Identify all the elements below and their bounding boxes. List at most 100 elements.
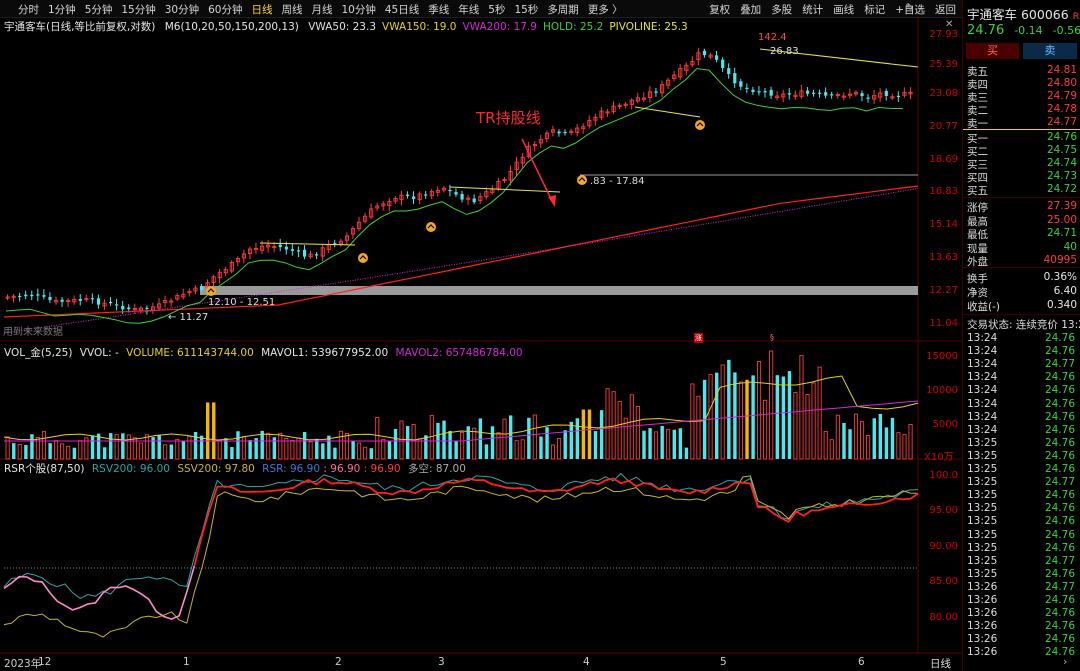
- timeframe-tab[interactable]: 30分钟: [165, 2, 199, 17]
- volume-bar: [715, 372, 719, 459]
- toolbar-action[interactable]: 标记: [864, 2, 885, 17]
- candle-body: [460, 193, 464, 200]
- stat2-row: 收益(-) 0.340: [967, 299, 1077, 313]
- candle-body: [769, 89, 773, 96]
- candle-body: [127, 307, 131, 310]
- tick-time: 13:25: [967, 541, 998, 554]
- tick-time: 13:24: [967, 332, 998, 344]
- x-axis-label: 6: [858, 656, 865, 668]
- toolbar-action[interactable]: 统计: [802, 2, 823, 17]
- timeframe-tab[interactable]: 月线: [312, 2, 333, 17]
- candle-body: [302, 249, 307, 257]
- tick-price: 24.76: [1044, 607, 1075, 620]
- rsr-val3: : 96.90: [363, 463, 401, 475]
- candle-body: [721, 59, 725, 68]
- volume-bar: [315, 438, 319, 459]
- volume-bar: [454, 441, 458, 459]
- toolbar-action[interactable]: 画线: [833, 2, 854, 17]
- timeframe-tab[interactable]: 45日线: [385, 2, 419, 17]
- volume-bar: [78, 440, 83, 460]
- candle-body: [48, 296, 52, 300]
- toolbar-action[interactable]: 复权: [709, 2, 730, 17]
- candle-body: [296, 250, 301, 252]
- volume-y-tick: 15000: [926, 351, 958, 362]
- volume-bar: [375, 417, 380, 460]
- tick-row: 13:26 24.76: [967, 607, 1079, 620]
- timeframe-tab[interactable]: 15分钟: [121, 2, 155, 17]
- ask-row-value: 24.77: [1046, 116, 1077, 128]
- rsv200-value: RSV200: 96.00: [91, 463, 170, 475]
- timeframe-tab[interactable]: 年线: [458, 2, 479, 17]
- timeframe-tab[interactable]: 更多 〉: [588, 2, 623, 17]
- candle-body: [805, 90, 810, 94]
- marker-low: ← 11.27: [168, 312, 209, 323]
- tick-row: 13:26 24.76: [967, 620, 1079, 633]
- price-pct: -0.56%: [1052, 24, 1080, 37]
- bid-row-value: 24.73: [1046, 170, 1077, 182]
- timeframe-tab[interactable]: 分时: [18, 2, 39, 17]
- timeframe-tab[interactable]: 5秒: [488, 2, 505, 17]
- volume-bar: [550, 444, 556, 460]
- tick-row: 13:24 24.76: [967, 384, 1079, 397]
- volume-bar: [90, 435, 95, 459]
- timeframe-tab[interactable]: 5分钟: [85, 2, 113, 17]
- tick-price: 24.76: [1044, 528, 1075, 541]
- tick-price: 24.76: [1044, 633, 1075, 646]
- volume-bar: [581, 409, 586, 459]
- volume-bar: [66, 445, 71, 460]
- timeframe-tab[interactable]: 多周期: [547, 2, 579, 17]
- tick-time: 13:24: [967, 384, 998, 397]
- volume-bar: [599, 410, 604, 459]
- tick-price: 24.77: [1044, 358, 1075, 371]
- x-axis-label: 3: [438, 656, 445, 668]
- tick-price: 24.77: [1044, 554, 1075, 567]
- tick-time: 13:26: [967, 580, 998, 593]
- tick-time: 13:26: [967, 594, 998, 606]
- tick-row: 13:24 24.76: [967, 371, 1079, 384]
- candle-body: [18, 295, 22, 298]
- stat-row-value: 40: [1063, 240, 1077, 253]
- tick-price: 24.76: [1044, 397, 1075, 410]
- toolbar-action[interactable]: 返回: [935, 2, 956, 17]
- bid-row-label: 买五: [967, 185, 988, 197]
- high-label: 142.4: [758, 32, 787, 43]
- timeframe-tab[interactable]: 1分钟: [48, 2, 76, 17]
- tick-price: 24.76: [1044, 541, 1075, 554]
- price-y-tick: 15.14: [929, 219, 958, 230]
- wrench-icon[interactable]: ✎: [905, 1, 914, 14]
- volume-bar: [163, 444, 168, 460]
- timeframe-tab[interactable]: 15秒: [514, 2, 538, 17]
- toolbar-action[interactable]: 多股: [771, 2, 792, 17]
- candle-body: [121, 305, 125, 310]
- timeframe-tab[interactable]: 日线: [252, 2, 273, 17]
- timeframe-tab[interactable]: 10分钟: [342, 2, 376, 17]
- volume-bar: [60, 443, 65, 460]
- tick-row: 13:24 24.76: [967, 345, 1079, 358]
- toolbar-action[interactable]: 叠加: [740, 2, 761, 17]
- buy-button[interactable]: 买: [966, 43, 1019, 59]
- volume-bar: [520, 439, 525, 460]
- timeframe-tab[interactable]: 季线: [428, 2, 449, 17]
- ask-row: 卖四 24.80: [967, 77, 1077, 91]
- tick-row: 13:25 24.76: [967, 502, 1079, 515]
- tick-time: 13:24: [967, 397, 998, 410]
- timeframe-tab[interactable]: 60分钟: [208, 2, 242, 17]
- x-axis-label: 4: [583, 656, 590, 668]
- sell-button[interactable]: 卖: [1023, 43, 1077, 59]
- volume-bar: [114, 434, 119, 460]
- tick-time: 13:24: [967, 371, 998, 384]
- stat-row: 现量 40: [967, 240, 1077, 255]
- tick-row: 13:26 24.77: [967, 581, 1079, 594]
- future-data-note: 用到未来数据: [3, 327, 63, 338]
- volume-bar: [490, 426, 495, 459]
- volume-bar: [278, 432, 283, 460]
- tick-time: 13:24: [967, 345, 998, 358]
- price-y-tick: 13.63: [929, 252, 958, 263]
- candle-body: [884, 90, 888, 96]
- tick-time: 13:24: [967, 410, 998, 423]
- hold-line: [5, 68, 903, 324]
- timeframe-tab[interactable]: 周线: [282, 2, 303, 17]
- tick-time: 13:26: [967, 620, 998, 633]
- period-label[interactable]: 日线: [930, 656, 951, 671]
- candle-body: [733, 73, 737, 84]
